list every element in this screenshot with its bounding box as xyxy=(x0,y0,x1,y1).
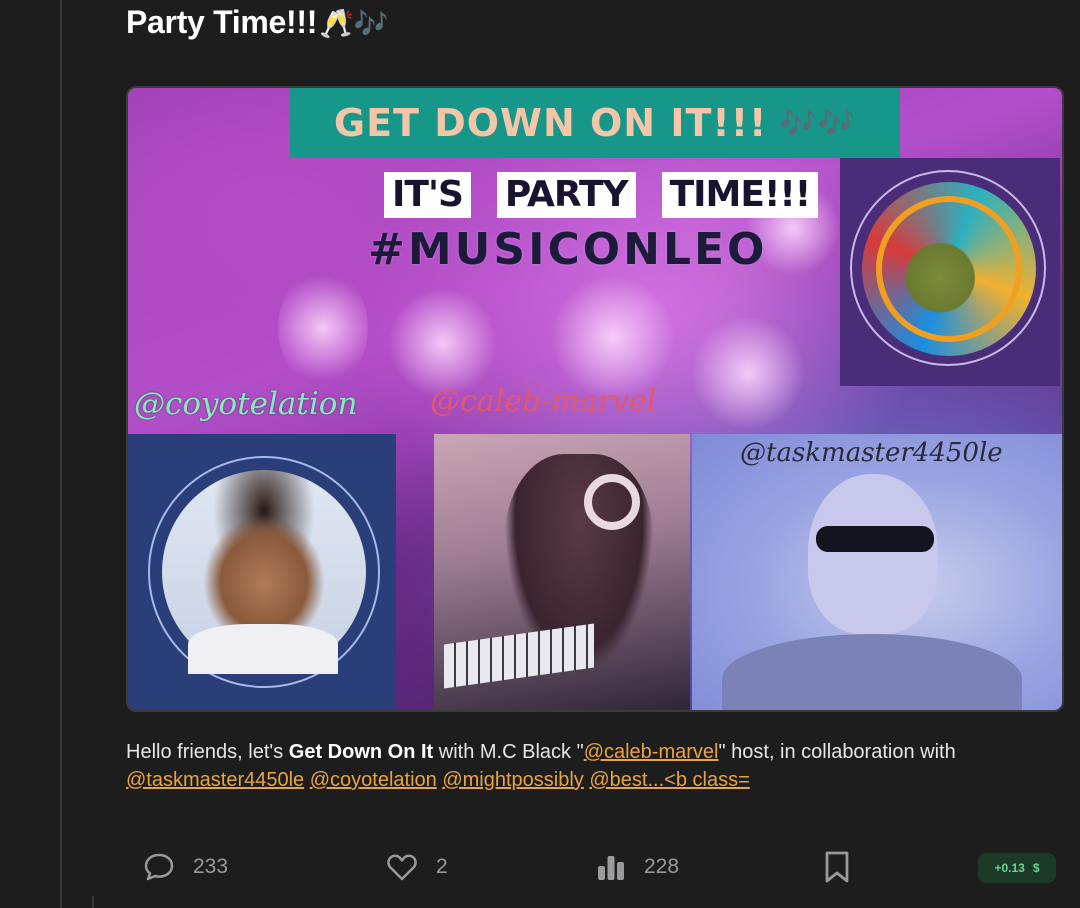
banner-text: GET DOWN ON IT!!! xyxy=(333,101,768,145)
image-hashtag: #MUSICONLEO xyxy=(368,224,768,275)
mention-link[interactable]: @mightpossibly xyxy=(442,769,583,791)
mention-link[interactable]: @coyotelation xyxy=(310,769,437,791)
mention-link[interactable]: @taskmaster4450le xyxy=(126,769,304,791)
views-button[interactable]: 228 xyxy=(596,852,679,882)
post-title: Party Time!!!🥂🎶 xyxy=(126,4,389,41)
portrait-body xyxy=(722,634,1022,710)
banner-notes: 🎶🎶 xyxy=(779,105,857,141)
sparkle xyxy=(548,278,678,398)
bookmark-icon xyxy=(825,851,849,883)
heart-icon xyxy=(387,854,417,881)
body-intro: Hello friends, let's xyxy=(126,741,289,763)
comments-count: 233 xyxy=(193,855,229,878)
portrait-shirt xyxy=(188,624,338,674)
likes-count: 2 xyxy=(436,855,448,878)
portrait-head xyxy=(808,474,938,634)
views-count: 228 xyxy=(644,855,680,878)
sparkle xyxy=(688,318,808,428)
body-after-bold: with M.C Black " xyxy=(433,741,584,763)
sparkle xyxy=(388,288,498,398)
like-button[interactable]: 2 xyxy=(386,852,448,882)
bar-chart-icon xyxy=(598,856,624,880)
thread-line xyxy=(60,0,62,908)
party-words: IT'S PARTY TIME!!! xyxy=(384,172,819,218)
photo-caleb-marvel xyxy=(434,434,690,710)
post-actions: 233 2 228 +0.13 $ xyxy=(0,846,1080,890)
payout-value: +0.13 xyxy=(994,861,1025,875)
avatar-panel xyxy=(840,158,1060,386)
image-handle-middle: @caleb-marvel xyxy=(430,384,657,419)
photo-taskmaster xyxy=(692,434,1062,710)
title-emoji: 🥂🎶 xyxy=(319,8,389,39)
body-after-host: " host, in collaboration with xyxy=(718,741,956,763)
image-handle-right: @taskmaster4450le xyxy=(740,438,1003,468)
sparkle xyxy=(278,268,368,388)
dollar-icon: $ xyxy=(1032,861,1040,875)
mention-link-truncated[interactable]: @best...<b class= xyxy=(589,769,749,791)
bookmark-button[interactable] xyxy=(824,850,850,884)
comments-button[interactable]: 233 xyxy=(143,852,228,882)
comment-icon xyxy=(144,853,174,881)
body-bold: Get Down On It xyxy=(288,741,434,763)
image-banner: GET DOWN ON IT!!! 🎶🎶 xyxy=(290,88,900,158)
keyboard-shape xyxy=(444,623,594,689)
mention-host[interactable]: @caleb-marvel xyxy=(584,741,719,763)
party-word: IT'S xyxy=(384,172,471,218)
post-title-text: Party Time!!! xyxy=(126,4,318,40)
avatar-illustration xyxy=(862,182,1036,356)
party-word: PARTY xyxy=(496,172,636,218)
party-word: TIME!!! xyxy=(661,172,819,218)
sunglasses xyxy=(816,526,934,552)
thread-tick xyxy=(92,896,94,908)
photo-coyotelation xyxy=(128,434,396,710)
image-handle-left: @coyotelation xyxy=(134,386,358,422)
post-body: Hello friends, let's Get Down On It with… xyxy=(126,738,1066,794)
post-image[interactable]: GET DOWN ON IT!!! 🎶🎶 IT'S PARTY TIME!!! … xyxy=(126,86,1064,712)
headphones-shape xyxy=(584,474,640,530)
payout-badge[interactable]: +0.13 $ xyxy=(978,853,1056,883)
